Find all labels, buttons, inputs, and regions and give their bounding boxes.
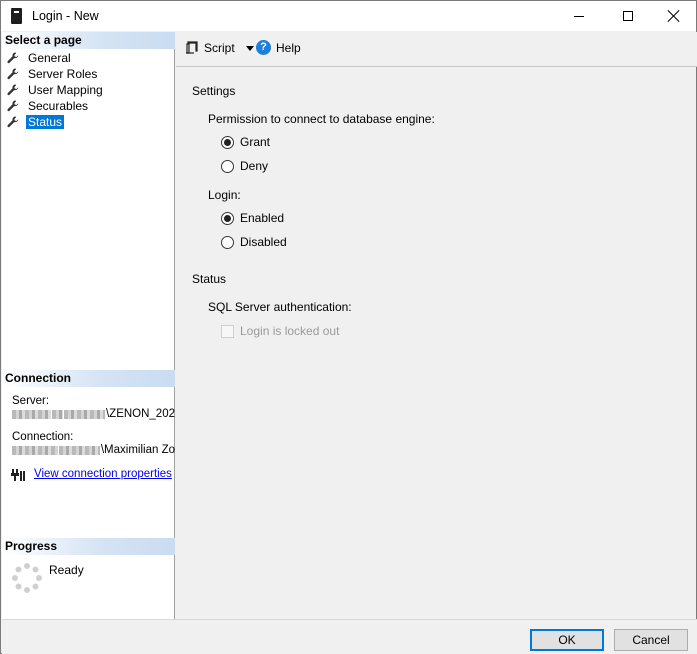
page-item-label: General — [28, 51, 71, 65]
title-bar: Login - New — [1, 1, 696, 31]
locked-out-checkbox-row: Login is locked out — [221, 324, 339, 338]
page-item-server-roles[interactable]: Server Roles — [7, 66, 105, 82]
page-item-label: Server Roles — [28, 67, 98, 81]
ok-button[interactable]: OK — [530, 629, 604, 651]
select-page-header: Select a page — [2, 32, 175, 49]
maximize-button[interactable] — [605, 1, 651, 31]
maximize-icon — [623, 11, 633, 21]
page-list: General Server Roles User Mapping Secura… — [7, 50, 105, 130]
server-label: Server: — [12, 395, 50, 407]
page-item-securables[interactable]: Securables — [7, 98, 105, 114]
help-icon: ? — [256, 40, 271, 55]
permission-label: Permission to connect to database engine… — [208, 112, 435, 126]
wrench-icon — [7, 84, 19, 96]
redacted-block — [12, 409, 51, 419]
progress-header: Progress — [2, 538, 175, 555]
login-enabled-radio[interactable]: Enabled — [221, 211, 284, 225]
window-title: Login - New — [32, 9, 99, 23]
page-item-user-mapping[interactable]: User Mapping — [7, 82, 105, 98]
login-dialog-window: Login - New Select a page General Server… — [0, 0, 697, 654]
radio-label: Grant — [240, 135, 271, 149]
connection-label: Connection: — [12, 431, 74, 443]
app-icon — [11, 8, 22, 24]
sql-auth-label: SQL Server authentication: — [208, 300, 352, 314]
locked-out-label: Login is locked out — [240, 324, 340, 338]
page-item-label: User Mapping — [28, 83, 103, 97]
radio-button[interactable] — [221, 159, 234, 173]
toolbar: Script ? Help — [176, 32, 697, 67]
locked-out-checkbox — [221, 324, 234, 338]
radio-button[interactable] — [221, 235, 234, 249]
view-connection-properties-link[interactable]: View connection properties — [34, 468, 172, 480]
login-label: Login: — [208, 188, 241, 202]
close-button[interactable] — [651, 1, 697, 31]
connection-properties-icon — [11, 469, 25, 481]
connection-user-text: \Maximilian Zo — [100, 444, 175, 456]
connection-value: \Maximilian Zo — [12, 444, 175, 456]
radio-label: Disabled — [240, 235, 287, 249]
connection-header: Connection — [2, 370, 175, 387]
script-icon — [186, 41, 198, 54]
redacted-block — [63, 409, 105, 419]
redacted-block — [12, 445, 58, 455]
cancel-button[interactable]: Cancel — [614, 629, 688, 651]
minimize-icon — [574, 15, 584, 17]
minimize-button[interactable] — [556, 1, 602, 31]
redacted-block — [58, 445, 100, 455]
wrench-icon — [7, 116, 19, 128]
wrench-icon — [7, 68, 19, 80]
script-button[interactable]: Script — [185, 41, 254, 55]
dialog-button-bar: OK Cancel — [2, 619, 697, 654]
radio-button[interactable] — [221, 211, 234, 225]
server-value: \ZENON_202 — [12, 408, 175, 420]
view-connection-properties[interactable]: View connection properties — [11, 467, 172, 481]
server-name-text: \ZENON_202 — [105, 408, 175, 420]
page-item-label: Securables — [28, 99, 89, 113]
close-icon — [668, 10, 680, 22]
wrench-icon — [7, 100, 19, 112]
script-label: Script — [204, 41, 235, 55]
page-item-status[interactable]: Status — [7, 114, 105, 130]
login-disabled-radio[interactable]: Disabled — [221, 235, 287, 249]
page-item-general[interactable]: General — [7, 50, 105, 66]
radio-button[interactable] — [221, 135, 234, 149]
radio-label: Deny — [240, 159, 269, 173]
status-group-title: Status — [192, 272, 227, 286]
help-label: Help — [276, 40, 301, 55]
radio-label: Enabled — [240, 211, 285, 225]
status-page-content: Settings Permission to connect to databa… — [176, 68, 697, 619]
help-button[interactable]: ? Help — [256, 40, 301, 55]
permission-deny-radio[interactable]: Deny — [221, 159, 268, 173]
redacted-block — [51, 409, 63, 419]
progress-status-text: Ready — [49, 563, 84, 577]
left-panel: Select a page General Server Roles User … — [2, 32, 175, 619]
script-dropdown-arrow-icon[interactable] — [245, 46, 254, 51]
permission-grant-radio[interactable]: Grant — [221, 135, 270, 149]
page-item-label: Status — [26, 115, 65, 129]
progress-spinner-icon — [12, 563, 42, 593]
wrench-icon — [7, 52, 19, 64]
settings-group-title: Settings — [192, 84, 236, 98]
